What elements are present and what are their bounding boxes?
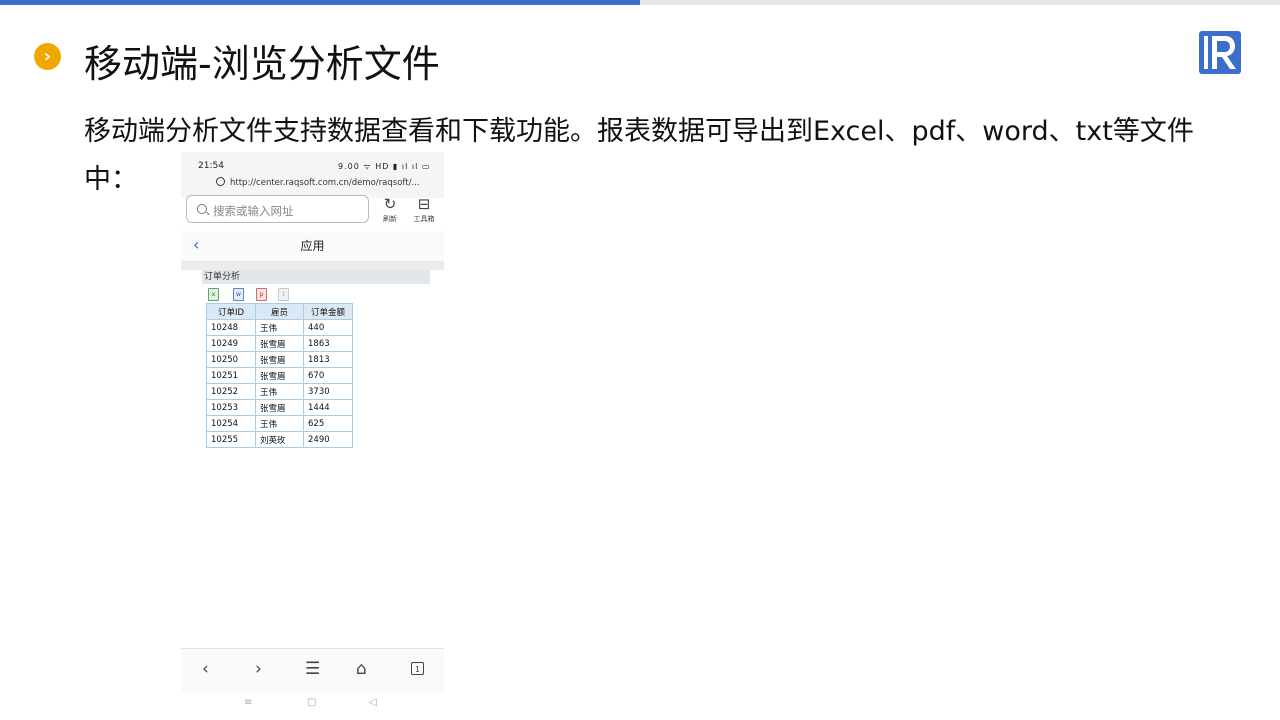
cell-order-id: 10252 (206, 383, 256, 400)
toolbox-button[interactable]: ⊟ 工具箱 (409, 196, 439, 224)
table-row: 10253 张雪眉 1444 (206, 399, 353, 416)
table-row: 10251 张雪眉 670 (206, 367, 353, 384)
table-row: 10249 张雪眉 1863 (206, 335, 353, 352)
tabs-icon[interactable]: 1 (411, 662, 424, 675)
status-icons: 9.00 ᯤ HD ▮ ıl ıl ▭ (338, 162, 431, 171)
txt-icon[interactable]: t (278, 288, 289, 301)
excel-icon[interactable]: x (208, 288, 219, 301)
content-divider (181, 262, 444, 270)
table-row: 10254 王伟 625 (206, 415, 353, 432)
table-row: 10248 王伟 440 (206, 319, 353, 336)
system-nav-bar: ≡ ▢ ◁ (181, 692, 444, 717)
chevron-right-icon: › (34, 43, 61, 70)
cell-employee: 王伟 (255, 415, 304, 432)
cell-order-id: 10248 (206, 319, 256, 336)
system-back-icon[interactable]: ◁ (369, 697, 377, 708)
column-header: 雇员 (255, 303, 304, 320)
toolbox-label: 工具箱 (413, 215, 435, 223)
search-input[interactable]: 搜索或输入网址 (213, 203, 294, 219)
cell-order-id: 10255 (206, 431, 256, 448)
table-header-row: 订单ID 雇员 订单金额 (206, 303, 353, 320)
status-bar: 21:54 9.00 ᯤ HD ▮ ıl ıl ▭ http://center.… (181, 152, 444, 198)
recent-apps-icon[interactable]: ≡ (244, 697, 252, 708)
app-navbar: ‹ 应用 (181, 231, 444, 262)
cell-employee: 张雪眉 (255, 351, 304, 368)
table-row: 10250 张雪眉 1813 (206, 351, 353, 368)
cell-order-id: 10249 (206, 335, 256, 352)
forward-icon[interactable]: › (255, 659, 262, 679)
nav-title: 应用 (300, 239, 325, 253)
table-row: 10252 王伟 3730 (206, 383, 353, 400)
pdf-icon[interactable]: p (256, 288, 267, 301)
refresh-icon: ↻ (383, 195, 397, 213)
menu-icon[interactable]: ☰ (305, 659, 320, 679)
cell-amount: 3730 (303, 383, 353, 400)
refresh-label: 刷新 (383, 215, 397, 223)
search-icon (197, 204, 207, 214)
phone-screenshot: 21:54 9.00 ᯤ HD ▮ ıl ıl ▭ http://center.… (181, 152, 444, 717)
top-progress-track (640, 0, 1280, 5)
column-header: 订单ID (206, 303, 256, 320)
url-text[interactable]: http://center.raqsoft.com.cn/demo/raqsof… (230, 178, 420, 188)
cell-amount: 1863 (303, 335, 353, 352)
cell-order-id: 10250 (206, 351, 256, 368)
globe-icon (216, 177, 225, 186)
cell-amount: 1813 (303, 351, 353, 368)
cell-amount: 2490 (303, 431, 353, 448)
browser-bottom-nav: ‹ › ☰ ⌂ 1 (181, 648, 444, 693)
column-header: 订单金额 (303, 303, 353, 320)
search-bar[interactable]: 搜索或输入网址 (186, 195, 369, 223)
raqsoft-logo (1199, 31, 1241, 74)
back-icon[interactable]: ‹ (202, 659, 209, 679)
table-row: 10255 刘英玫 2490 (206, 431, 353, 448)
report-table: 订单ID 雇员 订单金额 10248 王伟 440 10249 张雪眉 1863… (206, 303, 353, 448)
slide-title: 移动端-浏览分析文件 (84, 42, 440, 86)
cell-order-id: 10253 (206, 399, 256, 416)
cell-employee: 王伟 (255, 319, 304, 336)
cell-employee: 刘英玫 (255, 431, 304, 448)
report-title: 订单分析 (202, 270, 430, 284)
cell-amount: 1444 (303, 399, 353, 416)
cell-employee: 张雪眉 (255, 367, 304, 384)
briefcase-icon: ⊟ (417, 195, 431, 213)
cell-amount: 670 (303, 367, 353, 384)
system-home-icon[interactable]: ▢ (307, 697, 316, 708)
cell-employee: 张雪眉 (255, 399, 304, 416)
word-icon[interactable]: w (233, 288, 244, 301)
cell-amount: 440 (303, 319, 353, 336)
cell-amount: 625 (303, 415, 353, 432)
cell-order-id: 10254 (206, 415, 256, 432)
cell-order-id: 10251 (206, 367, 256, 384)
top-progress-bar (0, 0, 640, 5)
refresh-button[interactable]: ↻ 刷新 (375, 196, 405, 224)
status-time: 21:54 (198, 161, 224, 171)
home-icon[interactable]: ⌂ (356, 659, 367, 679)
cell-employee: 张雪眉 (255, 335, 304, 352)
cell-employee: 王伟 (255, 383, 304, 400)
